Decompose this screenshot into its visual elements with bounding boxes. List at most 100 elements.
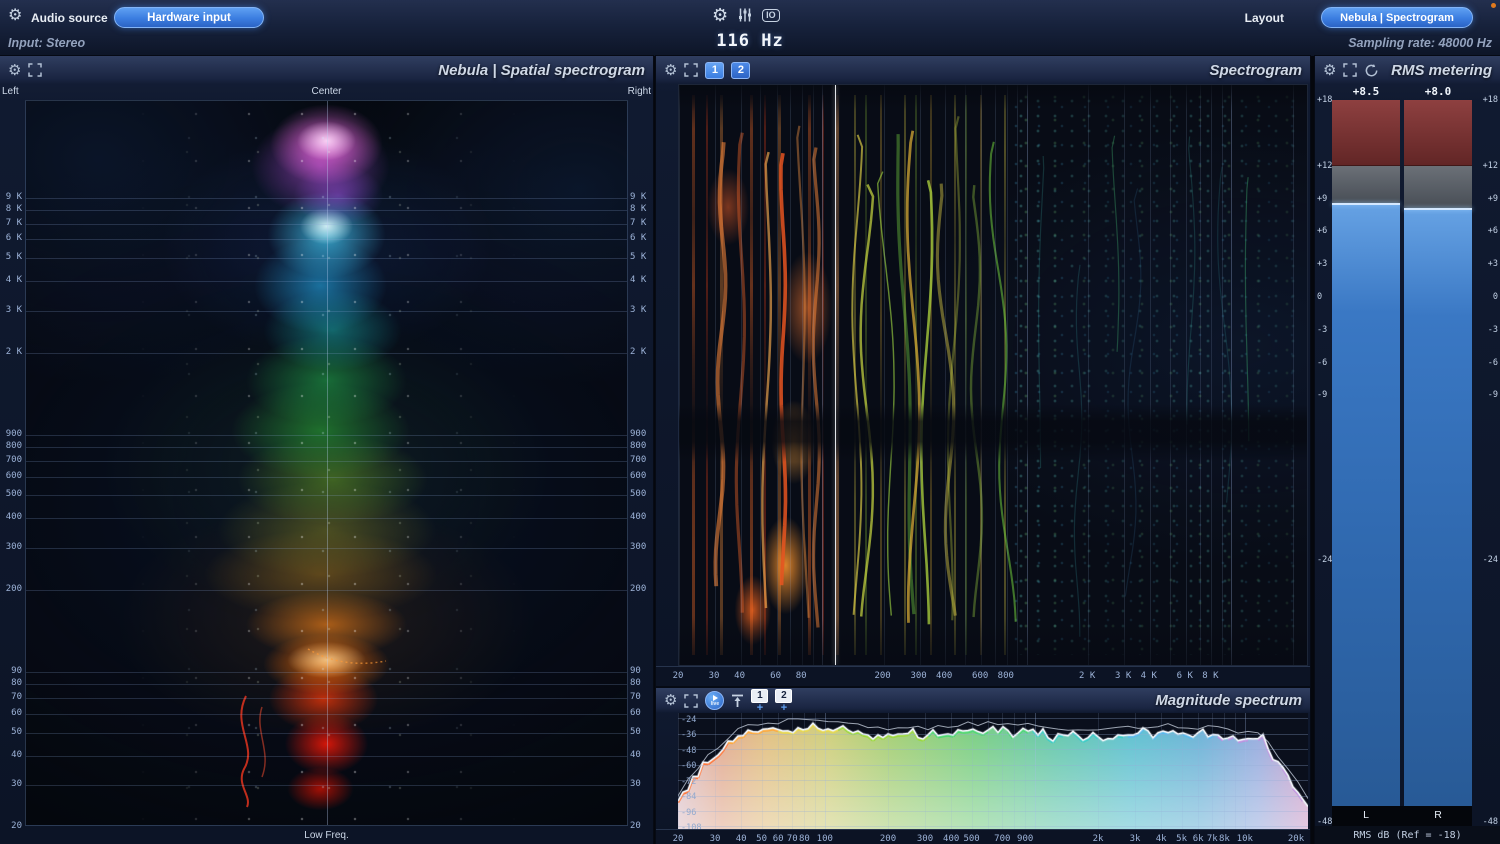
rms-channel-label-left: L — [1363, 809, 1369, 821]
rms-scale-label: 0 — [1317, 291, 1323, 302]
meter-rms-bar — [1404, 209, 1472, 806]
spatial-freq-label: 30 — [11, 779, 22, 790]
spectrogram-panel: ⚙ 1 2 Spectrogram 20 30 40 60 80 200 300 400 600… — [656, 56, 1310, 686]
rms-scale-label: -9 — [1317, 390, 1328, 401]
spatial-freq-label: 80 — [630, 678, 641, 689]
spatial-freq-label: 600 — [5, 470, 22, 481]
spectrogram-settings-gear-icon[interactable]: ⚙ — [664, 63, 677, 78]
spectrogram-channel-1-button[interactable]: 1 — [705, 61, 725, 79]
hardware-input-button[interactable]: Hardware input — [114, 7, 264, 28]
magnitude-spectrum-chart — [678, 718, 1308, 829]
add-overlay-2-button[interactable]: + — [775, 702, 792, 714]
spatial-spectrogram-panel: ⚙ Nebula | Spatial spectrogram Left Cent… — [0, 56, 653, 844]
spatial-freq-label: 90 — [630, 666, 641, 677]
magnitude-channel-2-group: 2 + — [775, 688, 793, 715]
rms-settings-gear-icon[interactable]: ⚙ — [1323, 63, 1336, 78]
mag-axis-label: 70 — [786, 834, 798, 844]
spatial-freq-label: 3 K — [630, 304, 647, 315]
spatial-freq-label: 800 — [630, 441, 647, 451]
spectrogram-channel-2-button[interactable]: 2 — [731, 61, 751, 79]
spatial-freq-label: 90 — [11, 666, 22, 677]
spatial-freq-label: 9 K — [5, 191, 22, 202]
sampling-rate-label: Sampling rate: 48000 Hz — [1348, 36, 1492, 50]
magnitude-fullscreen-icon[interactable] — [684, 693, 699, 708]
rms-footer-label: RMS dB (Ref = -18) — [1315, 826, 1500, 844]
spectro-axis-label: 40 — [734, 671, 746, 681]
spatial-freq-label: 9 K — [630, 191, 647, 202]
spatial-freq-label: 8 K — [5, 203, 22, 214]
rms-meter-right[interactable] — [1404, 56, 1472, 844]
rms-scale-label: +9 — [1487, 193, 1498, 204]
spectrogram-plot[interactable] — [678, 84, 1308, 666]
pan-axis-labels: Left Center Right — [2, 86, 651, 99]
spatial-freq-label: 400 — [630, 512, 647, 523]
rms-scale-label: -3 — [1317, 324, 1328, 335]
mag-axis-label: 500 — [963, 834, 980, 844]
spatial-freq-label: 200 — [630, 583, 647, 594]
mag-axis-label: 100 — [816, 834, 833, 844]
spatial-freq-label: 800 — [5, 441, 22, 451]
magnitude-settings-gear-icon[interactable]: ⚙ — [664, 693, 677, 708]
mixer-sliders-icon[interactable] — [737, 7, 753, 23]
layout-menu[interactable]: Layout — [1245, 11, 1284, 25]
rms-scale-label: -6 — [1487, 357, 1498, 368]
spectro-axis-label: 200 — [874, 671, 891, 681]
mag-axis-label: 4k — [1155, 834, 1167, 844]
magnitude-channel-1-button[interactable]: 1 — [751, 688, 769, 703]
rms-scale-label: +9 — [1317, 193, 1328, 204]
spectrogram-panel-title: Spectrogram — [1209, 61, 1302, 79]
spatial-freq-label: 6 K — [5, 233, 22, 244]
spatial-freq-label: 300 — [5, 542, 22, 552]
live-play-button[interactable]: live — [705, 691, 725, 710]
view-preset-button[interactable]: Nebula | Spectrogram — [1321, 7, 1473, 28]
spatial-freq-label: 300 — [630, 542, 647, 552]
mag-axis-label: 80 — [798, 834, 810, 844]
spatial-freq-label: 50 — [11, 726, 22, 737]
meter-clip-zone — [1332, 100, 1400, 166]
meter-warn-zone — [1332, 165, 1400, 204]
magnitude-channel-2-button[interactable]: 2 — [775, 688, 793, 703]
settings-gear-icon[interactable]: ⚙ — [712, 6, 728, 24]
rms-fullscreen-icon[interactable] — [1343, 63, 1358, 77]
io-routing-icon[interactable]: IO — [762, 8, 780, 22]
peak-hold-icon[interactable] — [731, 694, 744, 708]
meter-warn-zone — [1404, 165, 1472, 210]
spatial-freq-label: 2 K — [5, 346, 22, 357]
spatial-freq-label: 60 — [11, 707, 22, 718]
audio-settings-gear-icon[interactable]: ⚙ — [8, 8, 22, 24]
rms-scale-label: -9 — [1487, 390, 1498, 401]
mag-axis-label: 40 — [735, 834, 747, 844]
rms-meter-left[interactable] — [1332, 56, 1400, 844]
pan-left-label: Left — [2, 86, 19, 97]
meter-value-line — [1404, 208, 1472, 211]
add-overlay-1-button[interactable]: + — [751, 702, 768, 714]
pan-center-label: Center — [311, 86, 342, 97]
spectro-axis-label: 800 — [997, 671, 1014, 681]
reset-refresh-icon[interactable] — [1364, 63, 1379, 78]
spectro-axis-label: 20 — [672, 671, 684, 681]
meter-value-line — [1332, 202, 1400, 205]
spatial-freq-label: 700 — [630, 454, 647, 465]
topbar-center-icons: ⚙ IO — [712, 5, 780, 25]
spatial-freq-label: 700 — [5, 454, 22, 465]
spatial-freq-label: 500 — [5, 489, 22, 500]
spatial-freq-label: 7 K — [630, 217, 647, 228]
status-dot — [1491, 3, 1496, 8]
magnitude-spectrum-plot[interactable]: -24 -36 -48 -60 -72 -84 -96 -108 — [678, 713, 1308, 829]
spectro-axis-label: 4 K — [1140, 671, 1157, 681]
spectrogram-fullscreen-icon[interactable] — [684, 63, 699, 77]
spatial-fullscreen-icon[interactable] — [28, 63, 43, 77]
spatial-freq-label: 5 K — [5, 252, 22, 263]
spectro-axis-label: 300 — [910, 671, 927, 681]
spectrogram-panel-header: ⚙ 1 2 Spectrogram — [656, 56, 1310, 84]
center-pan-line — [326, 101, 328, 825]
spatial-settings-gear-icon[interactable]: ⚙ — [8, 63, 21, 78]
spatial-freq-label: 600 — [630, 470, 647, 481]
spatial-freq-label: 200 — [5, 583, 22, 594]
rms-scale-label: +18 — [1317, 95, 1333, 105]
mag-axis-label: 3k — [1129, 834, 1141, 844]
mag-axis-label: 2k — [1092, 834, 1104, 844]
mag-axis-label: 30 — [709, 834, 721, 844]
spatial-spectrogram-plot[interactable] — [25, 100, 628, 826]
frequency-cursor-line — [835, 85, 837, 665]
